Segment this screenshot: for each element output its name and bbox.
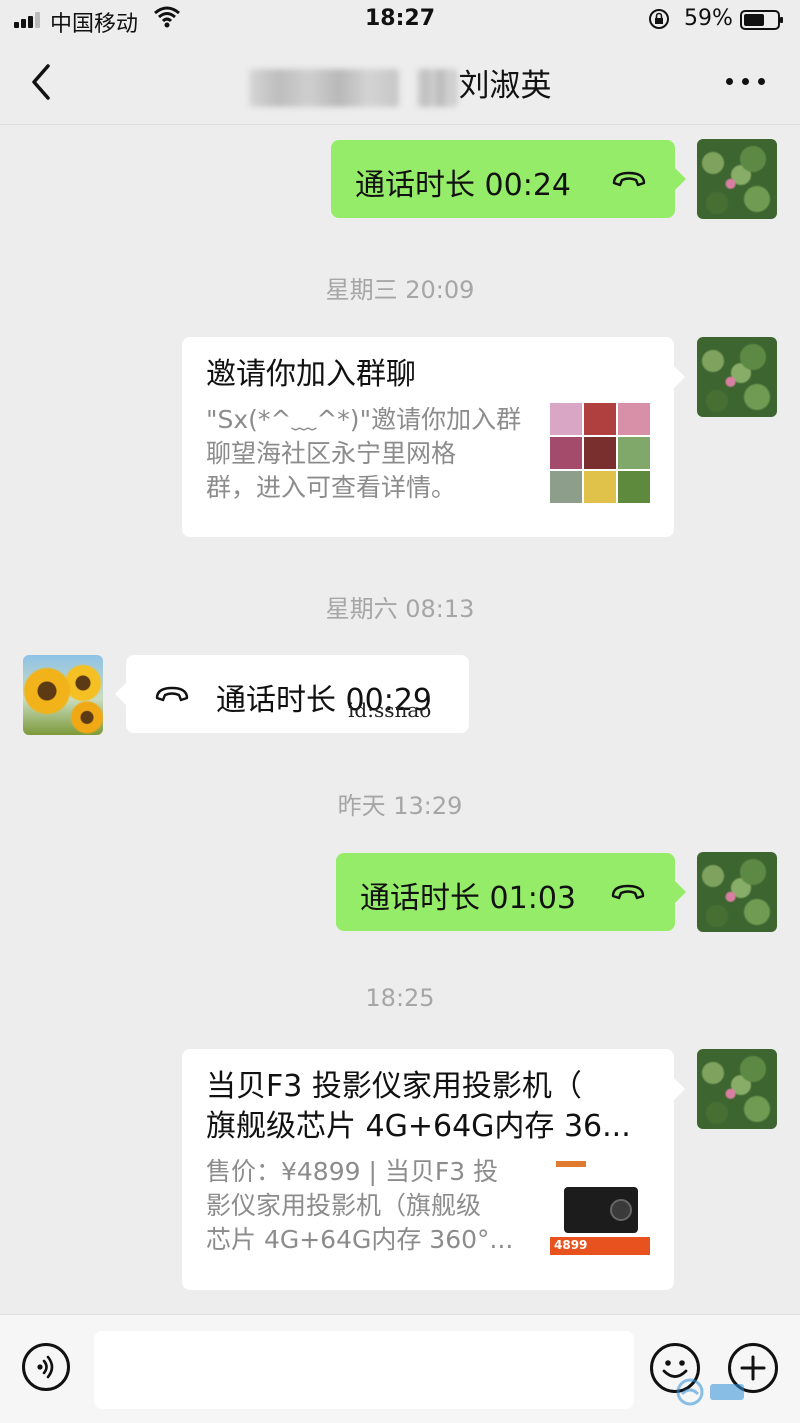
chat-title: 刘淑英 bbox=[0, 60, 800, 107]
call-duration-text: 通话时长 01:03 bbox=[360, 881, 576, 916]
chat-header: 刘淑英 bbox=[0, 40, 800, 125]
group-invite-card[interactable]: 邀请你加入群聊 "Sx(*^﹏^*)"邀请你加入群 聊望海社区永宁里网格 群，进… bbox=[182, 337, 674, 537]
blurred-name bbox=[248, 68, 399, 107]
phone-hangup-icon bbox=[611, 884, 645, 900]
battery-icon bbox=[740, 10, 783, 30]
brand-logo bbox=[556, 1161, 586, 1167]
call-bubble-sent[interactable]: 通话时长 00:24 bbox=[331, 140, 675, 218]
message-input[interactable] bbox=[94, 1331, 634, 1409]
group-thumbnail bbox=[550, 403, 650, 503]
watermark-logo-icon bbox=[676, 1378, 744, 1406]
card-title: 当贝F3 投影仪家用投影机（ 旗舰级芯片 4G+64G内存 36... bbox=[206, 1069, 631, 1144]
status-time: 18:27 bbox=[364, 6, 436, 31]
my-avatar[interactable] bbox=[697, 1049, 777, 1129]
chat-title-text: 刘淑英 bbox=[458, 68, 552, 104]
status-bar: 中国移动 18:27 59% bbox=[0, 0, 800, 40]
card-description: "Sx(*^﹏^*)"邀请你加入群 聊望海社区永宁里网格 群，进入可查看详情。 bbox=[206, 405, 522, 502]
price-banner: 4899 bbox=[550, 1237, 650, 1255]
more-icon[interactable] bbox=[726, 78, 766, 86]
timestamp: 星期三 20:09 bbox=[325, 276, 475, 304]
timestamp: 18:25 bbox=[365, 984, 435, 1012]
voice-icon[interactable] bbox=[22, 1343, 70, 1391]
blurred-name-part bbox=[416, 68, 457, 107]
timestamp: 星期六 08:13 bbox=[325, 595, 475, 623]
bubble-tail bbox=[674, 1078, 685, 1100]
call-duration-text: 通话时长 00:24 bbox=[355, 168, 571, 203]
projector-image bbox=[564, 1187, 638, 1233]
contact-avatar[interactable] bbox=[23, 655, 103, 735]
my-avatar[interactable] bbox=[697, 852, 777, 932]
card-description: 售价：¥4899 | 当贝F3 投 影仪家用投影机（旗舰级 芯片 4G+64G内… bbox=[206, 1157, 514, 1254]
watermark-text: id:ssnao bbox=[348, 698, 432, 722]
my-avatar[interactable] bbox=[697, 337, 777, 417]
phone-hangup-icon bbox=[612, 171, 646, 187]
call-bubble-sent[interactable]: 通话时长 01:03 bbox=[336, 853, 675, 931]
card-title: 邀请你加入群聊 bbox=[206, 357, 416, 392]
orientation-lock-icon bbox=[649, 9, 669, 29]
bubble-tail bbox=[115, 683, 126, 705]
bubble-tail bbox=[674, 366, 685, 388]
timestamp: 昨天 13:29 bbox=[337, 792, 463, 820]
bubble-tail bbox=[675, 881, 686, 903]
product-thumbnail: 4899 bbox=[550, 1157, 650, 1257]
bubble-tail bbox=[675, 168, 686, 190]
battery-percent: 59% bbox=[684, 6, 733, 31]
product-link-card[interactable]: 当贝F3 投影仪家用投影机（ 旗舰级芯片 4G+64G内存 36... 售价：¥… bbox=[182, 1049, 674, 1290]
my-avatar[interactable] bbox=[697, 139, 777, 219]
phone-hangup-icon bbox=[155, 686, 189, 702]
